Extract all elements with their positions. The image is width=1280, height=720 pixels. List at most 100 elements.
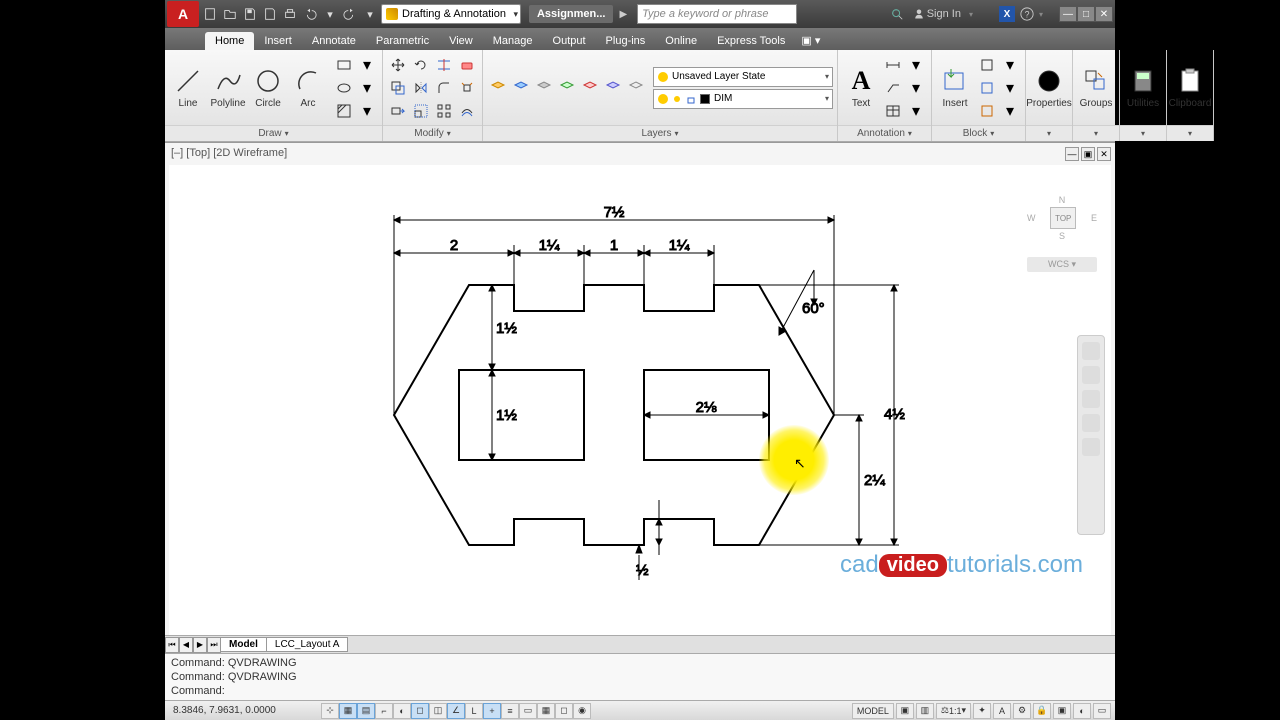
tab-prev-icon[interactable]: ◀ — [179, 637, 193, 653]
search-input[interactable]: Type a keyword or phrase — [637, 4, 797, 24]
redo-icon[interactable] — [341, 5, 359, 23]
annovis-icon[interactable]: ✦ — [973, 703, 991, 719]
tab-first-icon[interactable]: ⏮ — [165, 637, 179, 653]
trim-icon[interactable] — [433, 54, 455, 76]
3dosnap-icon[interactable]: ◫ — [429, 703, 447, 719]
am-icon[interactable]: ◉ — [573, 703, 591, 719]
vp-max-icon[interactable]: ▣ — [1081, 147, 1095, 161]
close-button[interactable]: ✕ — [1095, 6, 1113, 22]
doc-arrow-icon[interactable]: ▶ — [619, 9, 627, 20]
osnap-icon[interactable]: ◻ — [411, 703, 429, 719]
workspace-dropdown[interactable]: Drafting & Annotation — [381, 4, 521, 24]
showmotion-icon[interactable] — [1082, 438, 1100, 456]
draw-dd3-icon[interactable]: ▾ — [356, 100, 378, 122]
hardware-icon[interactable]: ▣ — [1053, 703, 1071, 719]
panel-properties-exp[interactable] — [1026, 125, 1072, 141]
insert-button[interactable]: Insert — [936, 64, 974, 111]
cube-e[interactable]: E — [1091, 213, 1097, 223]
toolbar-lock-icon[interactable]: 🔒 — [1033, 703, 1051, 719]
table-dd-icon[interactable]: ▾ — [905, 100, 927, 122]
ws-switch-icon[interactable]: ⚙ — [1013, 703, 1031, 719]
help-icon[interactable]: ? — [1019, 6, 1035, 22]
utilities-button[interactable]: Utilities — [1124, 64, 1162, 111]
fillet-icon[interactable] — [433, 77, 455, 99]
copy-icon[interactable] — [387, 77, 409, 99]
dimlinear-icon[interactable] — [882, 54, 904, 76]
pan-icon[interactable] — [1082, 366, 1100, 384]
groups-button[interactable]: Groups — [1077, 64, 1115, 111]
leader-icon[interactable] — [882, 77, 904, 99]
block-dd2-icon[interactable]: ▾ — [999, 77, 1021, 99]
cube-n[interactable]: N — [1027, 195, 1097, 205]
lwt-icon[interactable]: ≡ — [501, 703, 519, 719]
move-icon[interactable] — [387, 54, 409, 76]
panel-groups-exp[interactable] — [1073, 125, 1119, 141]
mirror-icon[interactable] — [410, 77, 432, 99]
undo-icon[interactable] — [301, 5, 319, 23]
erase-icon[interactable] — [456, 54, 478, 76]
tab-parametric[interactable]: Parametric — [366, 32, 439, 50]
draw-dd2-icon[interactable]: ▾ — [356, 77, 378, 99]
saveas-icon[interactable] — [261, 5, 279, 23]
properties-button[interactable]: Properties — [1030, 64, 1068, 111]
new-icon[interactable] — [201, 5, 219, 23]
search-icon[interactable] — [889, 6, 905, 22]
ducs-icon[interactable]: L — [465, 703, 483, 719]
circle-button[interactable]: Circle — [249, 64, 287, 111]
tab-plugins[interactable]: Plug-ins — [596, 32, 656, 50]
layerlock-icon[interactable] — [579, 77, 601, 99]
panel-modify-title[interactable]: Modify — [383, 125, 482, 141]
polar-icon[interactable]: ◐ — [393, 703, 411, 719]
layeroff-icon[interactable] — [510, 77, 532, 99]
tab-last-icon[interactable]: ⏭ — [207, 637, 221, 653]
nav-bar[interactable] — [1077, 335, 1105, 535]
panel-draw-title[interactable]: Draw — [165, 125, 382, 141]
table-icon[interactable] — [882, 100, 904, 122]
cube-top[interactable]: TOP — [1050, 207, 1076, 229]
tab-view[interactable]: View — [439, 32, 483, 50]
layeriso-icon[interactable] — [533, 77, 555, 99]
text-button[interactable]: AText — [842, 64, 880, 111]
dim-dd-icon[interactable]: ▾ — [905, 54, 927, 76]
document-tab[interactable]: Assignmen... — [529, 5, 613, 23]
block-dd3-icon[interactable]: ▾ — [999, 100, 1021, 122]
layermatch-icon[interactable] — [602, 77, 624, 99]
app-logo[interactable]: A — [167, 1, 199, 27]
tab-home[interactable]: Home — [205, 32, 254, 50]
scale-icon[interactable] — [410, 100, 432, 122]
tab-express[interactable]: Express Tools — [707, 32, 795, 50]
attr-icon[interactable] — [976, 100, 998, 122]
cube-s[interactable]: S — [1027, 231, 1097, 241]
tpy-icon[interactable]: ▭ — [519, 703, 537, 719]
tab-online[interactable]: Online — [655, 32, 707, 50]
line-button[interactable]: Line — [169, 64, 207, 111]
layout-tab-model[interactable]: Model — [220, 637, 267, 652]
infer-icon[interactable]: ⊹ — [321, 703, 339, 719]
layermore-icon[interactable] — [625, 77, 647, 99]
snap-icon[interactable]: ▦ — [339, 703, 357, 719]
exchange-icon[interactable]: X — [999, 6, 1015, 22]
save-icon[interactable] — [241, 5, 259, 23]
model-button[interactable]: MODEL — [852, 703, 894, 719]
tab-next-icon[interactable]: ▶ — [193, 637, 207, 653]
block-dd1-icon[interactable]: ▾ — [999, 54, 1021, 76]
vp-min-icon[interactable]: — — [1065, 147, 1079, 161]
polyline-button[interactable]: Polyline — [209, 64, 247, 111]
clean-icon[interactable]: ▭ — [1093, 703, 1111, 719]
ribbon-options-icon[interactable]: ▣ ▾ — [795, 31, 826, 50]
sb-layout-icon[interactable]: ▣ — [896, 703, 914, 719]
ellipse-icon[interactable] — [333, 77, 355, 99]
panel-block-title[interactable]: Block — [932, 125, 1025, 141]
wcs-label[interactable]: WCS ▾ — [1027, 257, 1097, 272]
edit-block-icon[interactable] — [976, 77, 998, 99]
layer-dropdown[interactable]: DIM — [653, 89, 833, 109]
annoscale-icon[interactable]: ⚖ 1:1 ▾ — [936, 703, 971, 719]
hatch-icon[interactable] — [333, 100, 355, 122]
orbit-icon[interactable] — [1082, 414, 1100, 432]
maximize-button[interactable]: □ — [1077, 6, 1095, 22]
view-cube[interactable]: N W TOP E S WCS ▾ — [1027, 195, 1097, 272]
layerstate-dropdown[interactable]: Unsaved Layer State — [653, 67, 833, 87]
stretch-icon[interactable] — [387, 100, 409, 122]
qat-dropdown-icon[interactable]: ▾ — [321, 5, 339, 23]
create-block-icon[interactable] — [976, 54, 998, 76]
